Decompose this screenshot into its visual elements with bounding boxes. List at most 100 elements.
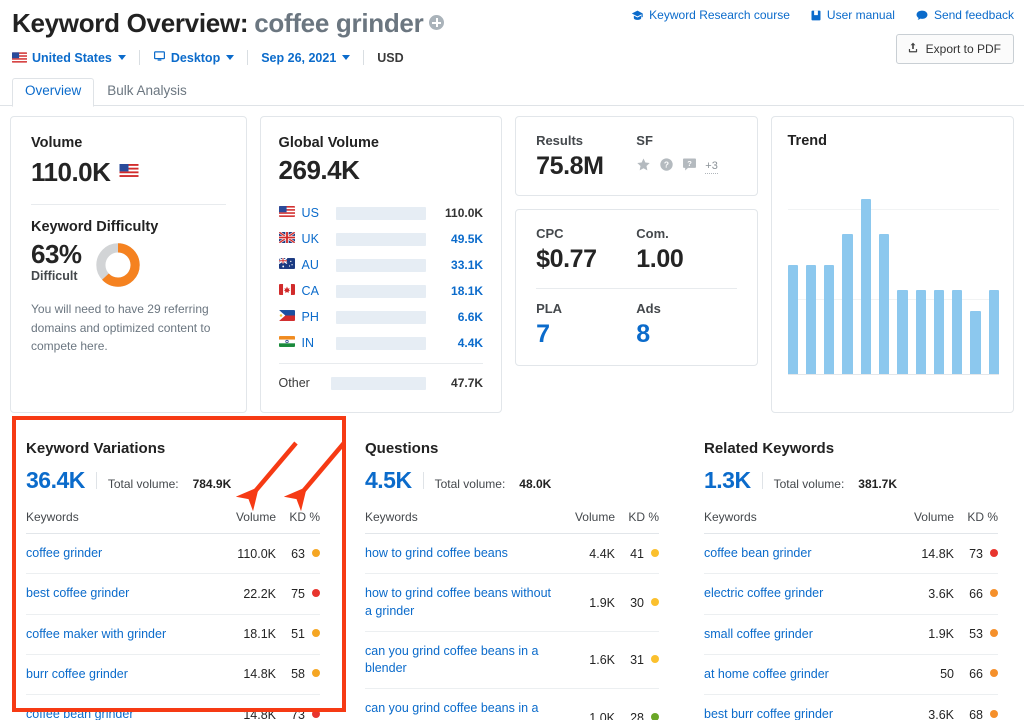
country-filter[interactable]: United States xyxy=(12,51,139,65)
global-volume-list: US 110.0K UK 49.5K AU 33.1K CA 18.1K PH 6.6K IN 4.4… xyxy=(277,202,484,394)
keyword-link[interactable]: coffee bean grinder xyxy=(704,533,898,575)
star-icon[interactable] xyxy=(636,157,651,177)
table-row[interactable]: can you grind coffee beans in a blender 1… xyxy=(365,631,659,690)
table-row[interactable]: coffee bean grinder 14.8K 73 xyxy=(704,533,998,575)
keyword-link[interactable]: at home coffee grinder xyxy=(704,654,898,696)
ads-label: Ads xyxy=(636,301,661,316)
kd-status-dot xyxy=(990,588,998,597)
question-bubble-icon[interactable]: ? xyxy=(682,157,697,177)
column-header-keywords[interactable]: Keywords xyxy=(704,505,898,534)
volume-bar-track xyxy=(335,258,427,272)
device-filter-label: Desktop xyxy=(170,50,221,65)
volume-value: 110.0K xyxy=(31,157,111,187)
table-row[interactable]: how to grind coffee beans 4.4K 41 xyxy=(365,533,659,575)
divider xyxy=(536,288,737,289)
table-row[interactable]: best coffee grinder 22.2K 75 xyxy=(26,573,320,615)
keyword-kd: 41 xyxy=(615,533,659,575)
country-code[interactable]: AU xyxy=(302,258,336,272)
keyword-link[interactable]: small coffee grinder xyxy=(704,614,898,655)
panel-count[interactable]: 1.3K xyxy=(704,467,751,494)
pla-value[interactable]: 7 xyxy=(536,320,636,349)
country-code[interactable]: US xyxy=(302,206,336,220)
tab-overview[interactable]: Overview xyxy=(12,78,95,107)
global-volume-row: CA 18.1K xyxy=(278,280,484,302)
keyword-research-course-link[interactable]: Keyword Research course xyxy=(631,8,790,22)
trend-bar xyxy=(897,289,908,374)
send-feedback-link[interactable]: Send feedback xyxy=(915,8,1014,22)
table-row[interactable]: at home coffee grinder 50 66 xyxy=(704,654,998,696)
kd-status-dot xyxy=(312,548,320,557)
panel-title: Keyword Variations xyxy=(26,440,166,457)
column-header-volume[interactable]: Volume xyxy=(898,505,954,534)
keyword-overview-page: Keyword Overview: coffee grinder Keyword … xyxy=(0,0,1024,720)
keyword-link[interactable]: coffee maker with grinder xyxy=(26,614,220,655)
sf-more-link[interactable]: +3 xyxy=(705,160,718,175)
table-row[interactable]: burr coffee grinder 14.8K 58 xyxy=(26,654,320,696)
keyword-link[interactable]: how to grind coffee beans xyxy=(365,533,559,575)
country-code[interactable]: CA xyxy=(302,284,336,298)
table-row[interactable]: coffee maker with grinder 18.1K 51 xyxy=(26,614,320,655)
us-flag-icon xyxy=(278,204,295,222)
page-title-keyword: coffee grinder xyxy=(254,8,424,38)
kd-value: 41 xyxy=(630,546,644,561)
country-code[interactable]: IN xyxy=(302,336,336,350)
kd-status-dot xyxy=(651,548,659,557)
export-to-pdf-button[interactable]: Export to PDF xyxy=(895,34,1014,64)
keyword-volume: 14.8K xyxy=(898,533,954,575)
table-row[interactable]: small coffee grinder 1.9K 53 xyxy=(704,614,998,655)
user-manual-link[interactable]: User manual xyxy=(810,8,895,22)
keyword-link[interactable]: can you grind coffee beans in a blender xyxy=(365,631,559,690)
table-row[interactable]: coffee bean grinder 14.8K 73 xyxy=(26,694,320,720)
divider xyxy=(422,472,424,489)
country-code[interactable]: UK xyxy=(302,232,336,246)
keyword-panels-row: Keyword Variations 36.4K Total volume: 784.… xyxy=(0,413,1024,720)
keyword-table: Keywords Volume KD % how to grind coffee be… xyxy=(365,505,659,720)
results-label: Results xyxy=(536,133,584,148)
kd-status-dot xyxy=(990,629,998,638)
trend-chart xyxy=(787,175,1000,375)
column-header-volume[interactable]: Volume xyxy=(220,505,276,534)
keyword-link[interactable]: best coffee grinder xyxy=(26,573,220,615)
table-row[interactable]: can you grind coffee beans in a food pro… xyxy=(365,688,659,720)
ads-value[interactable]: 8 xyxy=(636,320,736,349)
keyword-link[interactable]: can you grind coffee beans in a food pro… xyxy=(365,688,559,720)
keyword-link[interactable]: coffee bean grinder xyxy=(26,694,220,720)
keyword-link[interactable]: burr coffee grinder xyxy=(26,654,220,696)
kd-value: 66 xyxy=(969,667,983,682)
keyword-link[interactable]: how to grind coffee beans without a grin… xyxy=(365,573,559,632)
column-header-kd[interactable]: KD % xyxy=(276,505,320,534)
kd-status-dot xyxy=(312,669,320,678)
panel-count[interactable]: 36.4K xyxy=(26,467,85,494)
table-row[interactable]: coffee grinder 110.0K 63 xyxy=(26,533,320,575)
volume-bar-track xyxy=(335,336,427,350)
plus-circle-icon[interactable] xyxy=(429,15,445,30)
keyword-link[interactable]: best burr coffee grinder xyxy=(704,694,898,720)
keyword-kd: 30 xyxy=(615,573,659,632)
date-filter[interactable]: Sep 26, 2021 xyxy=(248,51,363,65)
column-header-volume[interactable]: Volume xyxy=(559,505,615,534)
other-volume-value: 47.7K xyxy=(451,376,484,390)
table-row[interactable]: electric coffee grinder 3.6K 66 xyxy=(704,573,998,615)
tab-bulk-analysis[interactable]: Bulk Analysis xyxy=(94,78,200,107)
column-header-kd[interactable]: KD % xyxy=(954,505,998,534)
kd-status-dot xyxy=(651,712,659,720)
table-row[interactable]: best burr coffee grinder 3.6K 68 xyxy=(704,694,998,720)
device-filter[interactable]: Desktop xyxy=(140,50,247,65)
metric-cards-row: Volume 110.0K Keyword Difficulty 63% Dif… xyxy=(0,106,1024,413)
country-code[interactable]: PH xyxy=(302,310,336,324)
keyword-link[interactable]: coffee grinder xyxy=(26,533,220,575)
panel-count[interactable]: 4.5K xyxy=(365,467,412,494)
country-volume-value: 18.1K xyxy=(451,284,484,298)
column-header-keywords[interactable]: Keywords xyxy=(26,505,220,534)
other-label: Other xyxy=(278,376,310,390)
question-circle-icon[interactable]: ? xyxy=(659,157,674,177)
keyword-kd: 58 xyxy=(276,654,320,696)
keyword-volume: 1.9K xyxy=(898,614,954,655)
column-header-keywords[interactable]: Keywords xyxy=(365,505,559,534)
keyword-link[interactable]: electric coffee grinder xyxy=(704,573,898,615)
results-card: Results 75.8M SF ? ? +3 xyxy=(515,116,758,196)
trend-bar-group xyxy=(787,175,1000,374)
page-title-prefix: Keyword Overview: xyxy=(12,8,249,38)
column-header-kd[interactable]: KD % xyxy=(615,505,659,534)
table-row[interactable]: how to grind coffee beans without a grin… xyxy=(365,573,659,632)
